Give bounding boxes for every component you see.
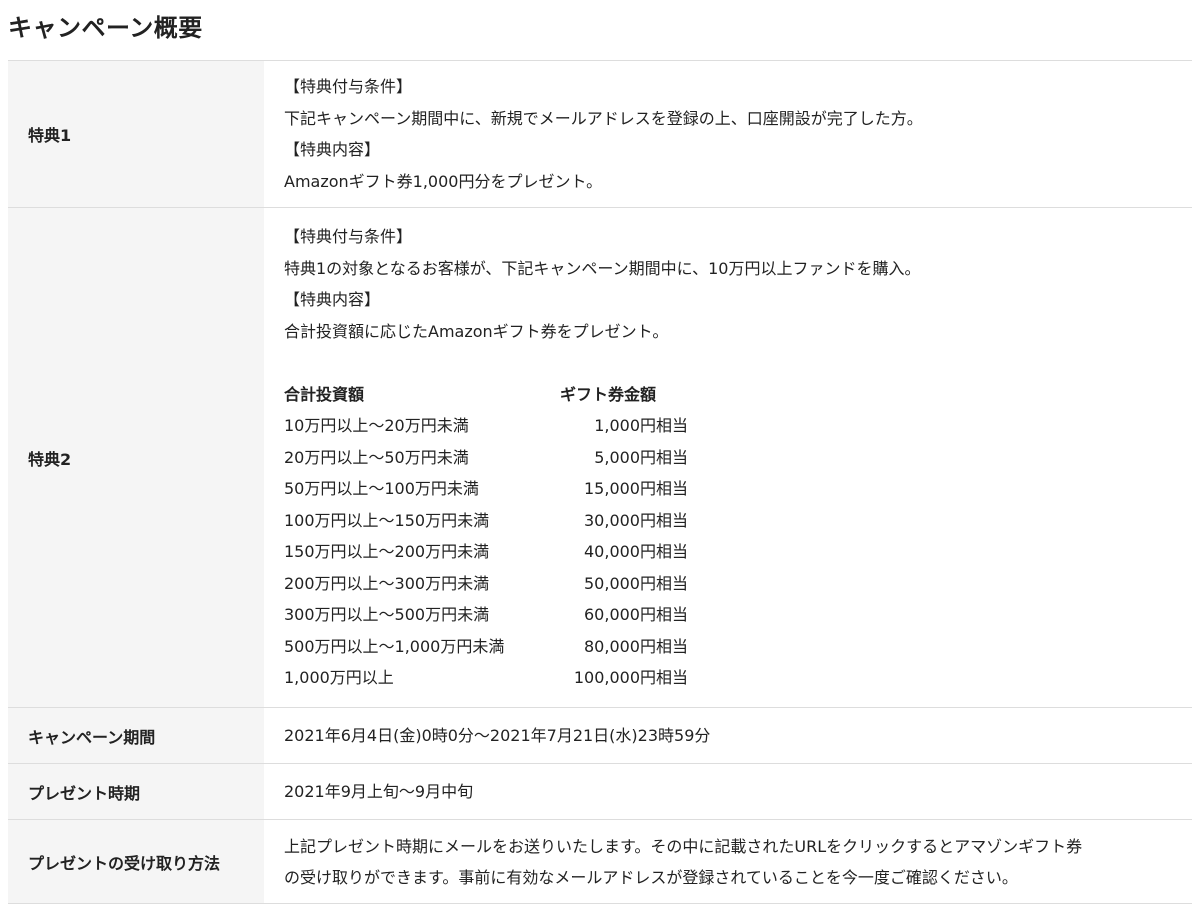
table-row-tokuten1: 特典1 【特典付与条件】 下記キャンペーン期間中に、新規でメールアドレスを登録の… [8, 60, 1192, 208]
gift-range: 10万円以上〜20万円未満 [284, 416, 469, 436]
row-value-tokuten1: 【特典付与条件】 下記キャンペーン期間中に、新規でメールアドレスを登録の上、口座… [264, 61, 1192, 208]
table-row-campaign-period: キャンペーン期間 2021年6月4日(金)0時0分〜2021年7月21日(水)2… [8, 707, 1192, 764]
gift-amount: 5,000円相当 [594, 447, 688, 467]
gift-table-row: 10万円以上〜20万円未満 1,000円相当 [284, 410, 688, 442]
gift-amount: 30,000円相当 [584, 510, 688, 530]
table-row-receive-method: プレゼントの受け取り方法 上記プレゼント時期にメールをお送りいたします。その中に… [8, 819, 1192, 904]
gift-range: 150万円以上〜200万円未満 [284, 542, 490, 562]
gift-table-row: 1,000万円以上 100,000円相当 [284, 662, 688, 694]
gift-range: 1,000万円以上 [284, 668, 394, 688]
table-row-tokuten2: 特典2 【特典付与条件】 特典1の対象となるお客様が、下記キャンペーン期間中に、… [8, 207, 1192, 708]
tokuten2-content-text: 合計投資額に応じたAmazonギフト券をプレゼント。 [284, 321, 669, 341]
gift-amount: 80,000円相当 [584, 636, 688, 656]
tokuten1-content-heading: 【特典内容】 [284, 140, 381, 159]
row-value-present-timing: 2021年9月上旬〜9月中旬 [284, 781, 474, 801]
gift-table-row: 500万円以上〜1,000万円未満 80,000円相当 [284, 631, 688, 663]
page-title: キャンペーン概要 [8, 14, 203, 42]
row-value-campaign-period: 2021年6月4日(金)0時0分〜2021年7月21日(水)23時59分 [284, 725, 711, 745]
gift-table-row: 50万円以上〜100万円未満 15,000円相当 [284, 473, 688, 505]
gift-table-row: 100万円以上〜150万円未満 30,000円相当 [284, 505, 688, 537]
row-label-receive-method: プレゼントの受け取り方法 [8, 819, 264, 904]
gift-table-header-gift: ギフト券金額 [560, 384, 657, 404]
row-value-receive-method: 上記プレゼント時期にメールをお送りいたします。その中に記載されたURLをクリック… [264, 820, 1192, 904]
tokuten1-condition-heading: 【特典付与条件】 [284, 77, 413, 96]
tokuten2-condition-text: 特典1の対象となるお客様が、下記キャンペーン期間中に、10万円以上ファンドを購入… [284, 258, 921, 278]
gift-table-row: 150万円以上〜200万円未満 40,000円相当 [284, 536, 688, 568]
gift-range: 500万円以上〜1,000万円未満 [284, 636, 505, 656]
row-label-tokuten2: 特典2 [8, 207, 264, 708]
gift-range: 200万円以上〜300万円未満 [284, 573, 490, 593]
row-label-present-timing: プレゼント時期 [8, 763, 264, 820]
row-value-tokuten2: 【特典付与条件】 特典1の対象となるお客様が、下記キャンペーン期間中に、10万円… [264, 208, 1192, 708]
gift-table-row: 300万円以上〜500万円未満 60,000円相当 [284, 599, 688, 631]
tokuten1-content-text: Amazonギフト券1,000円分をプレゼント。 [284, 171, 603, 191]
receive-method-text-line2: の受け取りができます。事前に有効なメールアドレスが登録されていることを今一度ご確… [284, 867, 1018, 887]
gift-amount: 1,000円相当 [594, 416, 688, 436]
row-label-tokuten1: 特典1 [8, 60, 264, 208]
tokuten2-content-heading: 【特典内容】 [284, 290, 381, 310]
gift-table-row: 20万円以上〜50万円未満 5,000円相当 [284, 442, 688, 474]
table-row-present-timing: プレゼント時期 2021年9月上旬〜9月中旬 [8, 763, 1192, 820]
gift-amount-table: 合計投資額 ギフト券金額 10万円以上〜20万円未満 1,000円相当 20万円… [284, 379, 688, 694]
tokuten1-condition-text: 下記キャンペーン期間中に、新規でメールアドレスを登録の上、口座開設が完了した方。 [284, 108, 923, 128]
campaign-summary-table: 特典1 【特典付与条件】 下記キャンペーン期間中に、新規でメールアドレスを登録の… [8, 60, 1192, 904]
gift-amount: 60,000円相当 [584, 605, 688, 625]
gift-amount: 100,000円相当 [573, 668, 688, 688]
row-label-campaign-period: キャンペーン期間 [8, 707, 264, 764]
gift-range: 20万円以上〜50万円未満 [284, 447, 469, 467]
gift-amount: 15,000円相当 [584, 479, 688, 499]
gift-table-header-investment: 合計投資額 [284, 384, 365, 404]
gift-range: 50万円以上〜100万円未満 [284, 479, 479, 499]
gift-table-row: 200万円以上〜300万円未満 50,000円相当 [284, 568, 688, 600]
receive-method-text-line1: 上記プレゼント時期にメールをお送りいたします。その中に記載されたURLをクリック… [284, 836, 1083, 856]
gift-amount: 40,000円相当 [584, 542, 688, 562]
gift-range: 100万円以上〜150万円未満 [284, 510, 490, 530]
gift-table-header-row: 合計投資額 ギフト券金額 [284, 379, 688, 411]
tokuten2-condition-heading: 【特典付与条件】 [284, 227, 413, 247]
gift-amount: 50,000円相当 [584, 573, 688, 593]
gift-range: 300万円以上〜500万円未満 [284, 605, 490, 625]
